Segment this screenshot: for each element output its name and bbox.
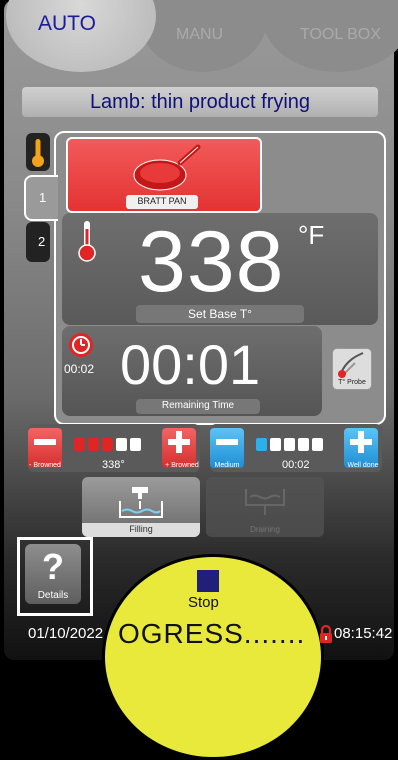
probe-icon — [338, 352, 364, 378]
thermometer-red-icon — [78, 221, 96, 262]
temperature-value: 338 — [138, 214, 285, 310]
doneness-level-2 — [270, 438, 281, 451]
doneness-level-4 — [298, 438, 309, 451]
clock-icon — [69, 333, 93, 357]
recipe-title: Lamb: thin product frying — [89, 91, 311, 113]
browning-level-4 — [116, 438, 127, 451]
browning-level-3 — [102, 438, 113, 451]
doneness-level-5 — [312, 438, 323, 451]
stop-label: Stop — [188, 594, 219, 611]
drain-icon — [245, 489, 285, 515]
browning-level-1 — [74, 438, 85, 451]
date-display: 01/10/2022 — [28, 625, 104, 642]
timer-small-value: 00:02 — [64, 362, 95, 376]
timer-value: 00:01 — [120, 333, 261, 396]
progress-text: OGRESS....... — [118, 618, 306, 649]
browning-level-2 — [88, 438, 99, 451]
doneness-value: 00:02 — [282, 459, 310, 471]
plus-icon — [350, 431, 372, 453]
temperature-label: Set Base T° — [188, 307, 252, 321]
lock-icon — [320, 624, 332, 643]
stop-icon — [197, 570, 219, 592]
doneness-level-1 — [256, 438, 267, 451]
temperature-unit: °F — [298, 220, 325, 250]
tab-toolbox-label: TOOL BOX — [300, 26, 381, 43]
doneness-plus-label: Well done — [347, 462, 379, 469]
probe-label: T° Probe — [338, 379, 366, 386]
tab-auto-label: AUTO — [38, 12, 96, 35]
draining-label: Draining — [250, 525, 280, 534]
timer-label: Remaining Time — [161, 400, 235, 411]
doneness-minus-label: Medium — [214, 462, 240, 469]
frying-pan-icon — [133, 144, 201, 191]
browning-value: 338° — [102, 459, 125, 471]
side-tab-probe[interactable] — [26, 133, 50, 171]
plus-icon — [168, 431, 190, 453]
clock-display: 08:15:42 — [334, 625, 393, 642]
tab-manu-label: MANU — [176, 26, 224, 43]
side-tab-2-label: 2 — [38, 234, 46, 249]
bratt-pan-label: BRATT PAN — [137, 196, 187, 206]
doneness-level-3 — [284, 438, 295, 451]
browning-plus-label: + Browned — [165, 462, 199, 469]
question-icon: ? — [42, 546, 64, 587]
minus-icon — [34, 439, 56, 445]
details-label: Details — [37, 590, 69, 601]
filling-label: Filling — [129, 524, 153, 534]
browning-level-5 — [130, 438, 141, 451]
side-tab-1-label: 1 — [39, 190, 47, 205]
minus-icon — [216, 439, 238, 445]
browning-minus-label: - Browned — [29, 462, 61, 469]
faucet-icon — [119, 487, 163, 518]
thermometer-icon — [32, 139, 44, 167]
